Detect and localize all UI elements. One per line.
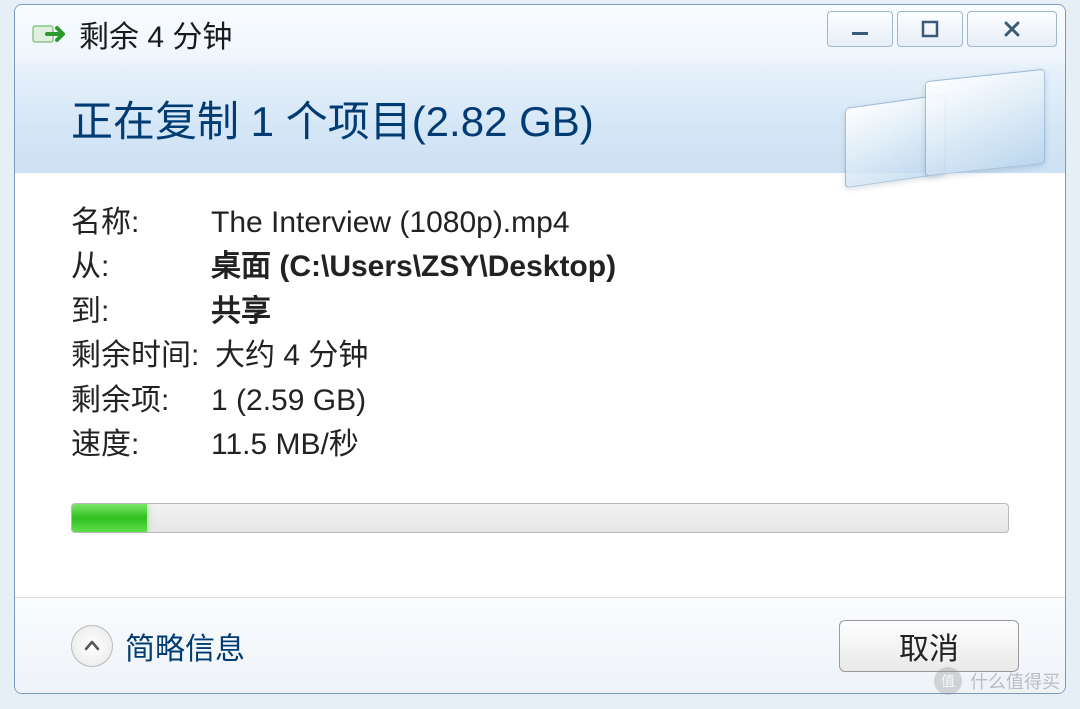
row-name: 名称: The Interview (1080p).mp4: [71, 201, 1009, 245]
toggle-details-label[interactable]: 简略信息: [125, 624, 245, 668]
row-speed: 速度: 11.5 MB/秒: [71, 423, 1009, 467]
maximize-button[interactable]: [897, 11, 963, 47]
header-band: 正在复制 1 个项目(2.82 GB): [15, 63, 1065, 173]
progress-bar: [71, 503, 1009, 533]
progress-fill: [72, 504, 147, 532]
window-controls: [823, 11, 1057, 47]
titlebar: 剩余 4 分钟: [15, 5, 1065, 63]
name-value: The Interview (1080p).mp4: [211, 201, 1009, 245]
items-remaining-label: 剩余项:: [71, 379, 211, 423]
minimize-button[interactable]: [827, 11, 893, 47]
row-items-remaining: 剩余项: 1 (2.59 GB): [71, 379, 1009, 423]
from-value: 桌面 (C:\Users\ZSY\Desktop): [211, 245, 1009, 289]
name-label: 名称:: [71, 201, 211, 245]
progress-container: [71, 503, 1009, 533]
cancel-button[interactable]: 取消: [839, 620, 1019, 672]
copy-dialog: 剩余 4 分钟 正在复制 1 个项目(2.82 GB) 名称: The Inte…: [14, 4, 1066, 694]
close-button[interactable]: [967, 11, 1057, 47]
to-value: 共享: [211, 290, 1009, 334]
folder-illustration: [835, 71, 1035, 171]
speed-value: 11.5 MB/秒: [211, 423, 1009, 467]
details-panel: 名称: The Interview (1080p).mp4 从: 桌面 (C:\…: [15, 173, 1065, 477]
time-remaining-label: 剩余时间:: [71, 334, 211, 378]
speed-label: 速度:: [71, 423, 211, 467]
row-to: 到: 共享: [71, 290, 1009, 334]
from-label: 从:: [71, 245, 211, 289]
copy-icon: [29, 16, 65, 52]
window-title: 剩余 4 分钟: [79, 12, 232, 56]
row-time-remaining: 剩余时间: 大约 4 分钟: [71, 334, 1009, 378]
items-remaining-value: 1 (2.59 GB): [211, 379, 1009, 423]
time-remaining-value: 大约 4 分钟: [215, 334, 1009, 378]
cancel-button-label: 取消: [899, 624, 959, 668]
footer: 简略信息 取消: [15, 597, 1065, 693]
to-label: 到:: [71, 290, 211, 334]
toggle-details-button[interactable]: [71, 625, 113, 667]
row-from: 从: 桌面 (C:\Users\ZSY\Desktop): [71, 245, 1009, 289]
operation-heading: 正在复制 1 个项目(2.82 GB): [71, 88, 594, 149]
